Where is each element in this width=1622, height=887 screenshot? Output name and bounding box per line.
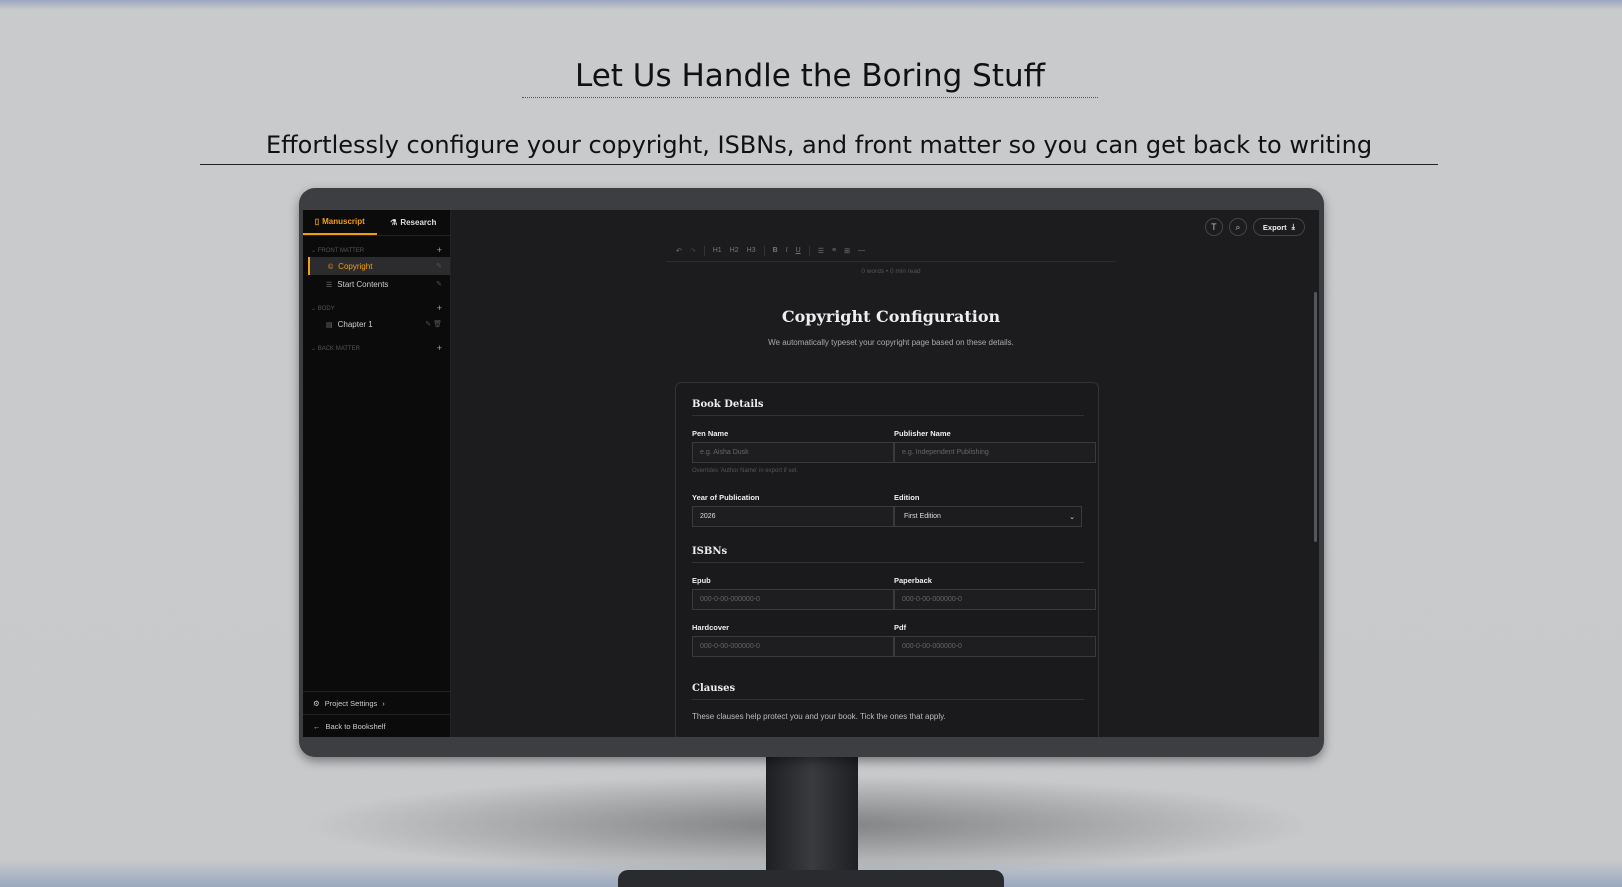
download-icon: ⤓ — [1291, 222, 1295, 231]
word-count: 0 words • 0 min read — [861, 268, 921, 275]
italic-button[interactable]: I — [786, 247, 788, 254]
back-to-bookshelf-button[interactable]: ← Back to Bookshelf — [303, 714, 451, 737]
sidebar-tabs: ▯ Manuscript ⚗ Research — [303, 210, 450, 236]
bold-button[interactable]: B — [773, 247, 778, 254]
tab-manuscript[interactable]: ▯ Manuscript — [303, 210, 377, 235]
edit-icon[interactable]: ✎ — [436, 262, 442, 270]
top-actions: T ⌕ Export ⤓ — [1204, 218, 1305, 236]
heading-1-button[interactable]: H1 — [713, 247, 722, 254]
chevron-right-icon: › — [382, 698, 385, 708]
tab-research[interactable]: ⚗ Research — [377, 210, 451, 235]
project-settings-button[interactable]: ⚙ Project Settings › — [303, 691, 451, 714]
search-button[interactable]: ⌕ — [1228, 218, 1247, 236]
pen-name-input[interactable]: e.g. Aisha Dusk — [692, 442, 894, 463]
redo-icon[interactable]: ↷ — [690, 247, 696, 255]
export-label: Export — [1262, 222, 1287, 232]
hero-subtitle: Effortlessly configure your copyright, I… — [200, 130, 1438, 165]
add-front-matter-button[interactable]: + — [437, 245, 442, 255]
edit-icon[interactable]: ✎ — [436, 280, 442, 288]
scrollbar[interactable] — [1314, 292, 1317, 542]
monitor-stand-base — [618, 870, 1004, 887]
section-front-matter-label: FRONT MATTER — [317, 247, 365, 254]
year-label: Year of Publication — [692, 493, 760, 502]
arrow-left-icon: ← — [313, 721, 321, 731]
add-back-matter-button[interactable]: + — [437, 343, 442, 353]
publisher-name-label: Publisher Name — [894, 429, 951, 438]
document-icon: ▤ — [326, 321, 333, 329]
edition-select[interactable]: First Edition ⌄ — [894, 506, 1082, 527]
tab-manuscript-label: Manuscript — [322, 217, 365, 226]
edition-label: Edition — [894, 493, 920, 502]
edit-icon[interactable]: ✎ — [425, 321, 431, 328]
year-input[interactable]: 2026 — [692, 506, 894, 527]
tab-research-label: Research — [400, 218, 437, 227]
book-details-heading: Book Details — [692, 399, 1084, 416]
numbered-list-icon[interactable]: ≡ — [832, 247, 836, 254]
hardcover-label: Hardcover — [692, 623, 730, 632]
trash-icon[interactable]: 🗑 — [433, 321, 442, 328]
section-body-label: BODY — [317, 305, 335, 312]
undo-icon[interactable]: ↶ — [676, 247, 682, 255]
publisher-name-input[interactable]: e.g. Independent Publishing — [894, 442, 1096, 463]
sidebar-footer: ⚙ Project Settings › ← Back to Bookshelf — [303, 691, 451, 737]
add-body-button[interactable]: + — [437, 303, 442, 313]
underline-button[interactable]: U — [796, 247, 801, 254]
list-icon: ☰ — [326, 281, 333, 289]
chevron-down-icon: ⌄ — [311, 247, 318, 254]
project-settings-label: Project Settings — [324, 698, 378, 708]
format-toolbar: ↶ ↷ H1 H2 H3 B I U ☰ ≡ ⊞ — — [666, 240, 1116, 262]
text-icon: T — [1211, 222, 1217, 232]
section-body: ⌄ BODY + — [303, 301, 450, 315]
sidebar: ▯ Manuscript ⚗ Research ⌄ FRONT MATTER +… — [303, 210, 451, 737]
image-icon[interactable]: ⊞ — [844, 247, 850, 255]
book-icon: ▯ — [314, 217, 320, 226]
flask-icon: ⚗ — [390, 218, 398, 227]
export-button[interactable]: Export ⤓ — [1252, 218, 1305, 236]
hardcover-isbn-input[interactable]: 000-0-00-000000-0 — [692, 636, 894, 657]
section-back-matter-label: BACK MATTER — [317, 345, 360, 352]
epub-label: Epub — [692, 576, 711, 585]
search-icon: ⌕ — [1235, 221, 1241, 232]
pen-name-hint: Overrides 'Author Name' in export if set… — [692, 468, 798, 474]
pdf-label: Pdf — [894, 623, 907, 632]
sidebar-item-copyright[interactable]: © Copyright ✎ — [308, 257, 450, 275]
edition-select-value: First Edition — [904, 513, 941, 520]
chevron-down-icon: ⌄ — [311, 345, 318, 352]
sidebar-item-start-contents[interactable]: ☰ Start Contents ✎ — [308, 275, 450, 293]
chevron-down-icon: ⌄ — [1069, 513, 1075, 521]
divider — [808, 245, 810, 256]
pdf-isbn-input[interactable]: 000-0-00-000000-0 — [894, 636, 1096, 657]
heading-2-button[interactable]: H2 — [730, 247, 739, 254]
monitor-stand-neck — [766, 755, 858, 887]
sidebar-item-start-contents-label: Start Contents — [337, 279, 389, 289]
section-front-matter: ⌄ FRONT MATTER + — [303, 243, 450, 257]
divider — [703, 245, 705, 256]
epub-isbn-input[interactable]: 000-0-00-000000-0 — [692, 589, 894, 610]
paperback-isbn-input[interactable]: 000-0-00-000000-0 — [894, 589, 1096, 610]
paperback-label: Paperback — [894, 576, 932, 585]
copyright-icon: © — [328, 263, 334, 271]
typography-button[interactable]: T — [1204, 218, 1223, 236]
sidebar-item-chapter-1-label: Chapter 1 — [337, 319, 373, 329]
app-screen: ▯ Manuscript ⚗ Research ⌄ FRONT MATTER +… — [303, 210, 1319, 737]
pen-name-label: Pen Name — [692, 429, 729, 438]
clauses-heading: Clauses — [692, 683, 1084, 700]
editor-area: T ⌕ Export ⤓ ↶ ↷ H1 H2 H3 B I U ☰ ≡ ⊞ — … — [451, 210, 1319, 737]
heading-3-button[interactable]: H3 — [747, 247, 756, 254]
back-to-bookshelf-label: Back to Bookshelf — [325, 721, 386, 731]
horizontal-rule-icon[interactable]: — — [858, 247, 865, 254]
page-title: Copyright Configuration — [781, 307, 1001, 326]
isbns-heading: ISBNs — [692, 546, 1084, 563]
sidebar-item-copyright-label: Copyright — [338, 261, 373, 271]
chevron-down-icon: ⌄ — [311, 305, 318, 312]
section-back-matter: ⌄ BACK MATTER + — [303, 341, 450, 355]
page-subtitle: We automatically typeset your copyright … — [768, 338, 1014, 347]
bullet-list-icon[interactable]: ☰ — [818, 247, 824, 255]
gear-icon: ⚙ — [313, 698, 320, 708]
clauses-description: These clauses help protect you and your … — [692, 712, 946, 721]
divider — [763, 245, 765, 256]
hero-title: Let Us Handle the Boring Stuff — [522, 56, 1098, 98]
sidebar-item-chapter-1[interactable]: ▤ Chapter 1 ✎ 🗑 — [308, 315, 450, 333]
copyright-form-card: Book Details Pen Name e.g. Aisha Dusk Ov… — [675, 382, 1099, 737]
